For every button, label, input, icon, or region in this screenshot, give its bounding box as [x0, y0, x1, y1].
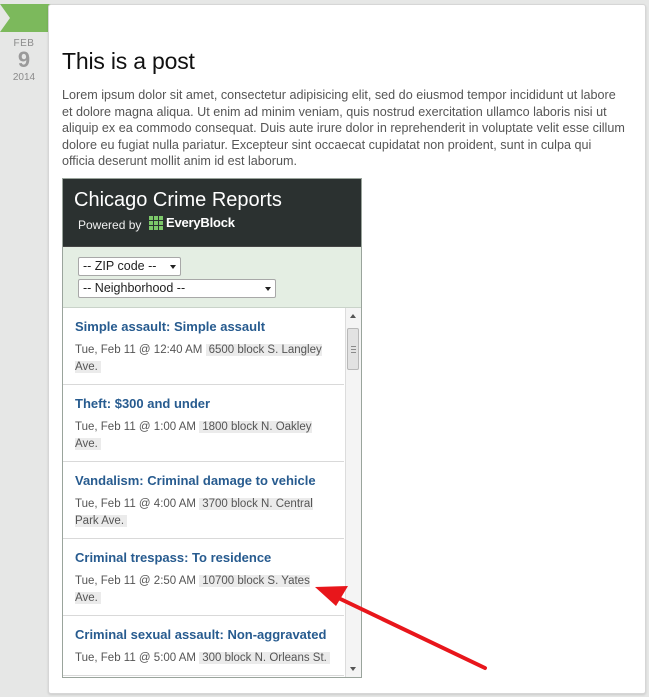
crime-link[interactable]: Criminal trespass: To residence: [75, 549, 332, 566]
everyblock-grid-icon: [149, 215, 163, 230]
crime-meta: Tue, Feb 11 @ 2:50 AM 10700 block S. Yat…: [75, 573, 332, 607]
zip-code-select-value: -- ZIP code --: [83, 259, 157, 273]
chevron-down-icon: [265, 287, 271, 291]
neighborhood-select[interactable]: -- Neighborhood --: [78, 279, 276, 298]
crime-list: Simple assault: Simple assault Tue, Feb …: [63, 308, 361, 677]
crime-time: Tue, Feb 11 @ 4:00 AM: [75, 498, 196, 510]
ribbon-notch: [0, 4, 10, 32]
scrollbar-thumb[interactable]: [347, 328, 359, 370]
grip-line: [351, 349, 356, 350]
widget-title: Chicago Crime Reports: [74, 189, 282, 211]
list-item: Criminal trespass: To residence Tue, Feb…: [63, 539, 344, 616]
widget-filters: -- ZIP code -- -- Neighborhood --: [63, 247, 361, 308]
date-year: 2014: [12, 72, 36, 83]
post-body: Lorem ipsum dolor sit amet, consectetur …: [62, 88, 625, 169]
scroll-up-arrow-icon[interactable]: [350, 314, 356, 318]
list-item: Theft: $300 and under Tue, Feb 11 @ 1:00…: [63, 385, 344, 462]
post-title: This is a post: [62, 48, 195, 74]
zip-code-select[interactable]: -- ZIP code --: [78, 257, 181, 276]
scroll-down-arrow-icon[interactable]: [350, 667, 356, 671]
crime-widget: Chicago Crime Reports Powered by EveryBl…: [62, 178, 362, 678]
crime-meta: Tue, Feb 11 @ 4:00 AM 3700 block N. Cent…: [75, 496, 332, 530]
list-item: Simple assault: Simple assault Tue, Feb …: [63, 308, 344, 385]
crime-link[interactable]: Vandalism: Criminal damage to vehicle: [75, 472, 332, 489]
neighborhood-select-value: -- Neighborhood --: [83, 281, 186, 295]
crime-time: Tue, Feb 11 @ 5:00 AM: [75, 652, 196, 664]
chevron-down-icon: [170, 265, 176, 269]
crime-meta: Tue, Feb 11 @ 12:40 AM 6500 block S. Lan…: [75, 342, 332, 376]
crime-time: Tue, Feb 11 @ 2:50 AM: [75, 575, 196, 587]
crime-time: Tue, Feb 11 @ 1:00 AM: [75, 421, 196, 433]
date-day: 9: [17, 47, 31, 72]
crime-location: 300 block N. Orleans St.: [199, 652, 330, 664]
list-item: Vandalism: Criminal damage to vehicle Tu…: [63, 462, 344, 539]
crime-meta: Tue, Feb 11 @ 1:00 AM 1800 block N. Oakl…: [75, 419, 332, 453]
grip-line: [351, 346, 356, 347]
widget-header: Chicago Crime Reports Powered by EveryBl…: [63, 179, 361, 247]
everyblock-brand: EveryBlock: [166, 215, 235, 230]
crime-link[interactable]: Theft: $300 and under: [75, 395, 332, 412]
crime-time: Tue, Feb 11 @ 12:40 AM: [75, 344, 203, 356]
list-item: Criminal sexual assault: Non-aggravated …: [63, 616, 344, 676]
crime-link[interactable]: Criminal sexual assault: Non-aggravated: [75, 626, 332, 643]
everyblock-logo[interactable]: EveryBlock: [149, 215, 235, 230]
post-date: FEB 9 2014: [0, 38, 48, 83]
crime-link[interactable]: Simple assault: Simple assault: [75, 318, 332, 335]
grip-line: [351, 352, 356, 353]
list-scrollbar[interactable]: [345, 308, 361, 677]
powered-by-label: Powered by: [78, 218, 142, 232]
crime-meta: Tue, Feb 11 @ 5:00 AM 300 block N. Orlea…: [75, 650, 332, 667]
